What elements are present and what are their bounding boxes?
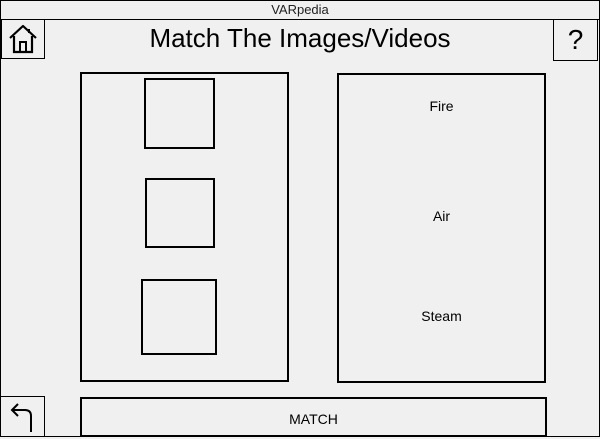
word-option-fire[interactable]: Fire [337, 97, 546, 115]
page-title: Match The Images/Videos [149, 23, 451, 53]
window-title: VARpedia [1, 1, 599, 20]
help-button[interactable]: ? [553, 19, 598, 61]
word-option-air[interactable]: Air [337, 207, 546, 225]
words-panel [337, 73, 546, 383]
back-arrow-icon [10, 402, 32, 432]
image-slot-1[interactable] [144, 78, 215, 149]
word-option-steam[interactable]: Steam [337, 307, 546, 325]
back-button[interactable] [1, 396, 45, 436]
image-slot-3[interactable] [141, 279, 217, 355]
match-button[interactable]: MATCH [80, 397, 547, 437]
image-slot-2[interactable] [145, 178, 215, 248]
